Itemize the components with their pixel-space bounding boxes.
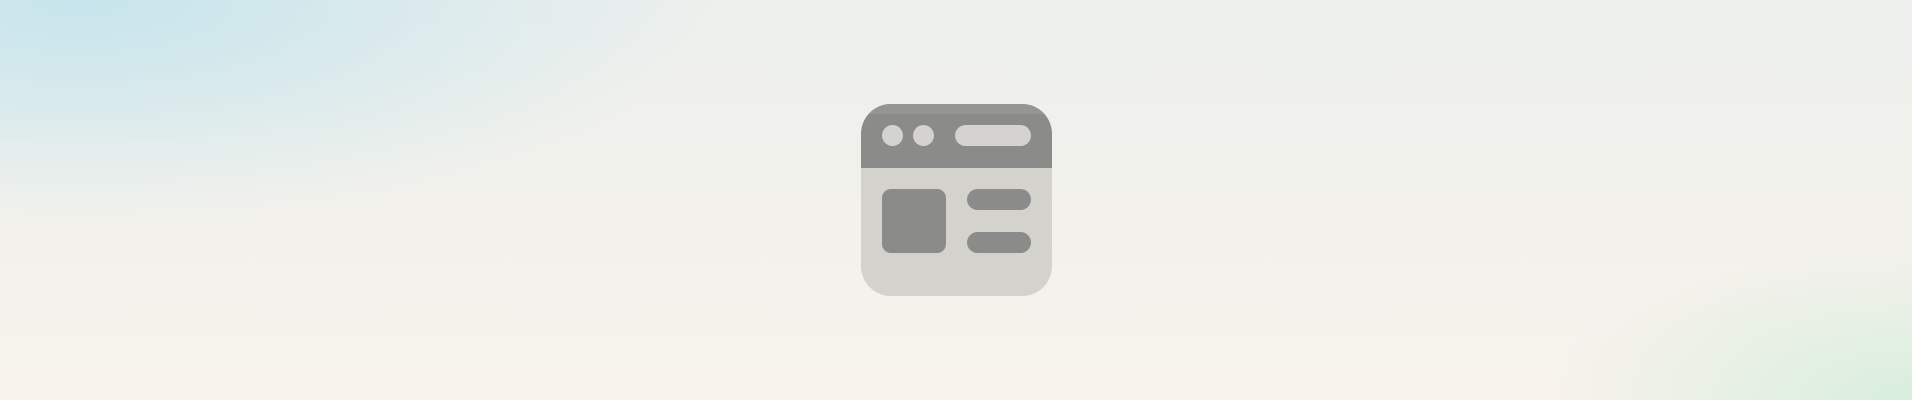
icon-titlebar xyxy=(861,104,1052,168)
browser-window-icon[interactable] xyxy=(861,104,1052,296)
window-dot-icon xyxy=(913,125,934,146)
desktop-background xyxy=(0,0,1912,400)
content-text-line xyxy=(967,189,1031,210)
content-text-line xyxy=(967,232,1031,253)
window-dot-icon xyxy=(882,125,903,146)
icon-titlebar-highlight xyxy=(861,104,1052,114)
address-bar-shape xyxy=(955,125,1031,146)
content-image-block xyxy=(882,189,946,253)
